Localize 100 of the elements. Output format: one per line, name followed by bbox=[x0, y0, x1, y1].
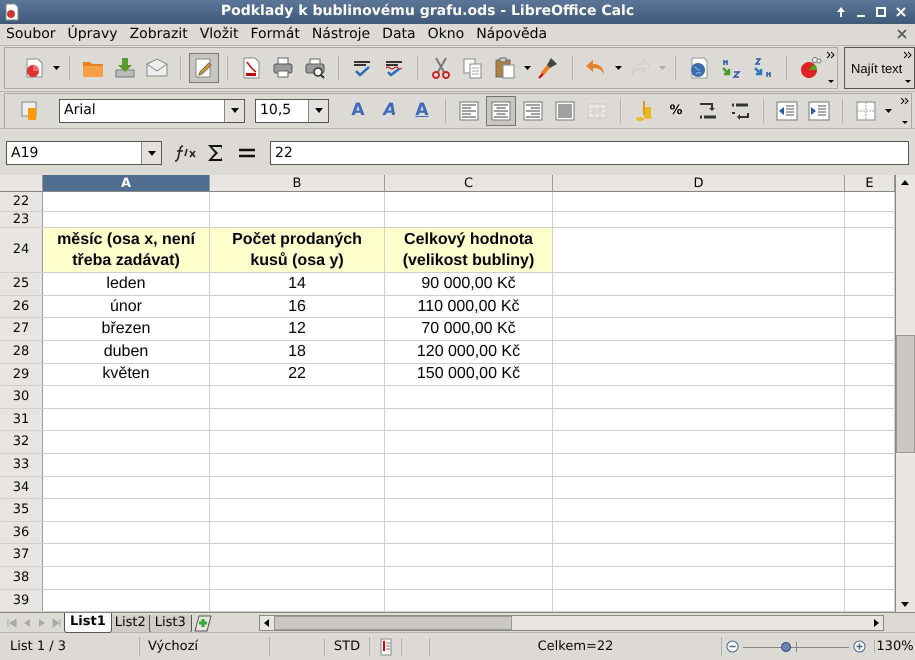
menu-item[interactable]: Nápověda bbox=[470, 24, 554, 45]
align-center-icon bbox=[489, 98, 513, 123]
select-all-corner[interactable] bbox=[0, 175, 43, 192]
bold-button[interactable]: A bbox=[343, 96, 373, 126]
underline-button[interactable]: A bbox=[407, 96, 437, 126]
menu-item[interactable]: Okno bbox=[422, 24, 470, 45]
zoom-slider-thumb[interactable] bbox=[781, 642, 792, 652]
justify-icon bbox=[553, 98, 577, 123]
align-right-icon bbox=[521, 98, 545, 123]
row-header[interactable]: 31 bbox=[0, 408, 43, 430]
pie-chart-icon bbox=[798, 56, 822, 80]
table-cell: únor bbox=[43, 296, 210, 318]
tray-download-icon bbox=[113, 56, 137, 80]
window-title: Podklady k bublinovému grafu.ods - LibreOffice Calc bbox=[220, 2, 636, 22]
dropdown-button[interactable] bbox=[51, 66, 61, 70]
zoom-in-icon[interactable] bbox=[853, 640, 866, 654]
row-header[interactable]: 34 bbox=[0, 476, 43, 498]
column-header[interactable]: C bbox=[385, 175, 553, 192]
table-cell: leden bbox=[43, 273, 210, 295]
row-header[interactable]: 23 bbox=[0, 212, 43, 228]
caret-icon[interactable] bbox=[230, 108, 238, 114]
row-header[interactable]: 22 bbox=[0, 192, 43, 212]
row-header[interactable]: 28 bbox=[0, 341, 43, 363]
row-header[interactable]: 33 bbox=[0, 454, 43, 476]
function-wizard-icon[interactable] bbox=[174, 143, 198, 164]
row-header[interactable]: 27 bbox=[0, 318, 43, 340]
sheet-position-text: List 1 / 3 bbox=[10, 638, 66, 654]
close-icon[interactable] bbox=[897, 29, 907, 40]
menu-item[interactable]: Vložit bbox=[194, 24, 244, 45]
menu-item[interactable]: Zobrazit bbox=[124, 24, 194, 45]
arrow-up-icon[interactable] bbox=[835, 6, 847, 18]
dropdown-button[interactable] bbox=[883, 108, 893, 113]
dropdown-button[interactable] bbox=[613, 66, 623, 70]
table-cell: 120 000,00 Kč bbox=[385, 341, 553, 363]
row-header[interactable]: 30 bbox=[0, 386, 43, 408]
column-header[interactable]: A bbox=[43, 175, 210, 192]
horizontal-scrollbar[interactable] bbox=[258, 614, 884, 631]
column-header[interactable]: E bbox=[845, 175, 895, 192]
document-status-icon bbox=[378, 638, 392, 656]
italic-button[interactable]: A bbox=[375, 96, 405, 126]
table-cell: 12 bbox=[210, 318, 385, 340]
dropdown-button[interactable] bbox=[522, 66, 532, 70]
menu-item[interactable]: Formát bbox=[244, 24, 306, 45]
table-cell: květen bbox=[43, 364, 210, 386]
row-header[interactable]: 24 bbox=[0, 228, 43, 272]
pencil-button[interactable] bbox=[189, 53, 219, 84]
row-header[interactable]: 25 bbox=[0, 273, 43, 295]
decrease-indent-icon bbox=[775, 98, 799, 123]
table-cell: 18 bbox=[210, 341, 385, 363]
table-cell: březen bbox=[43, 318, 210, 340]
row-header[interactable]: 39 bbox=[0, 590, 43, 612]
row-header[interactable]: 38 bbox=[0, 566, 43, 589]
scrollbar-thumb[interactable] bbox=[274, 616, 512, 630]
caret-icon[interactable] bbox=[314, 108, 322, 114]
maximize-icon[interactable] bbox=[875, 6, 887, 18]
font-name-box[interactable]: Arial bbox=[59, 98, 245, 123]
zoom-percentage-text[interactable]: 130% bbox=[876, 638, 914, 654]
table-cell: 70 000,00 Kč bbox=[385, 318, 553, 340]
menu-item[interactable]: Nástroje bbox=[306, 24, 376, 45]
selection-mode-text: STD bbox=[334, 638, 360, 654]
find-text-field[interactable]: Najít text bbox=[851, 58, 902, 78]
menu-item[interactable]: Úpravy bbox=[62, 24, 124, 45]
table-cell: 150 000,00 Kč bbox=[385, 364, 553, 386]
row-header[interactable]: 29 bbox=[0, 364, 43, 386]
header-cell: měsíc (osa x, není třeba zadávat) bbox=[43, 228, 210, 272]
zoom-out-icon[interactable] bbox=[726, 640, 739, 654]
header-cell: Počet prodaných kusů (osa y) bbox=[210, 228, 385, 272]
row-header[interactable]: 32 bbox=[0, 431, 43, 453]
table-cell: 110 000,00 Kč bbox=[385, 296, 553, 318]
sum-icon[interactable] bbox=[206, 143, 224, 164]
vertical-scrollbar[interactable] bbox=[895, 175, 915, 612]
name-box[interactable]: A19 bbox=[6, 141, 162, 166]
column-header[interactable]: B bbox=[210, 175, 385, 192]
table-cell: 14 bbox=[210, 273, 385, 295]
increase-indent-icon bbox=[807, 98, 831, 123]
table-cell: duben bbox=[43, 341, 210, 363]
header-cell: Celkový hodnota (velikost bubliny) bbox=[385, 228, 553, 272]
table-cell: 90 000,00 Kč bbox=[385, 273, 553, 295]
align-center-button[interactable] bbox=[486, 96, 516, 126]
row-header[interactable]: 26 bbox=[0, 296, 43, 318]
clipboard-icon bbox=[493, 56, 517, 80]
font-size-box[interactable]: 10,5 bbox=[255, 98, 329, 123]
column-header[interactable]: D bbox=[553, 175, 845, 192]
table-cell: 22 bbox=[210, 364, 385, 386]
row-header[interactable]: 36 bbox=[0, 522, 43, 544]
printer-icon bbox=[271, 56, 295, 80]
row-header[interactable]: 37 bbox=[0, 544, 43, 566]
spreadsheet-icon bbox=[4, 2, 20, 21]
caret-icon[interactable] bbox=[148, 150, 156, 156]
row-header[interactable]: 35 bbox=[0, 499, 43, 521]
percent-format-button[interactable]: % bbox=[661, 96, 691, 126]
sheet-tab[interactable]: List1 bbox=[64, 612, 112, 633]
formula-input-field[interactable]: 22 bbox=[270, 141, 909, 166]
sheet-tab[interactable]: List3 bbox=[148, 614, 192, 633]
menu-item[interactable]: Soubor bbox=[0, 24, 62, 45]
zoom-slider[interactable] bbox=[743, 640, 849, 653]
menu-item[interactable]: Data bbox=[376, 24, 422, 45]
scrollbar-thumb[interactable] bbox=[896, 335, 915, 454]
scissors-icon bbox=[429, 56, 453, 80]
table-cell: 16 bbox=[210, 296, 385, 318]
